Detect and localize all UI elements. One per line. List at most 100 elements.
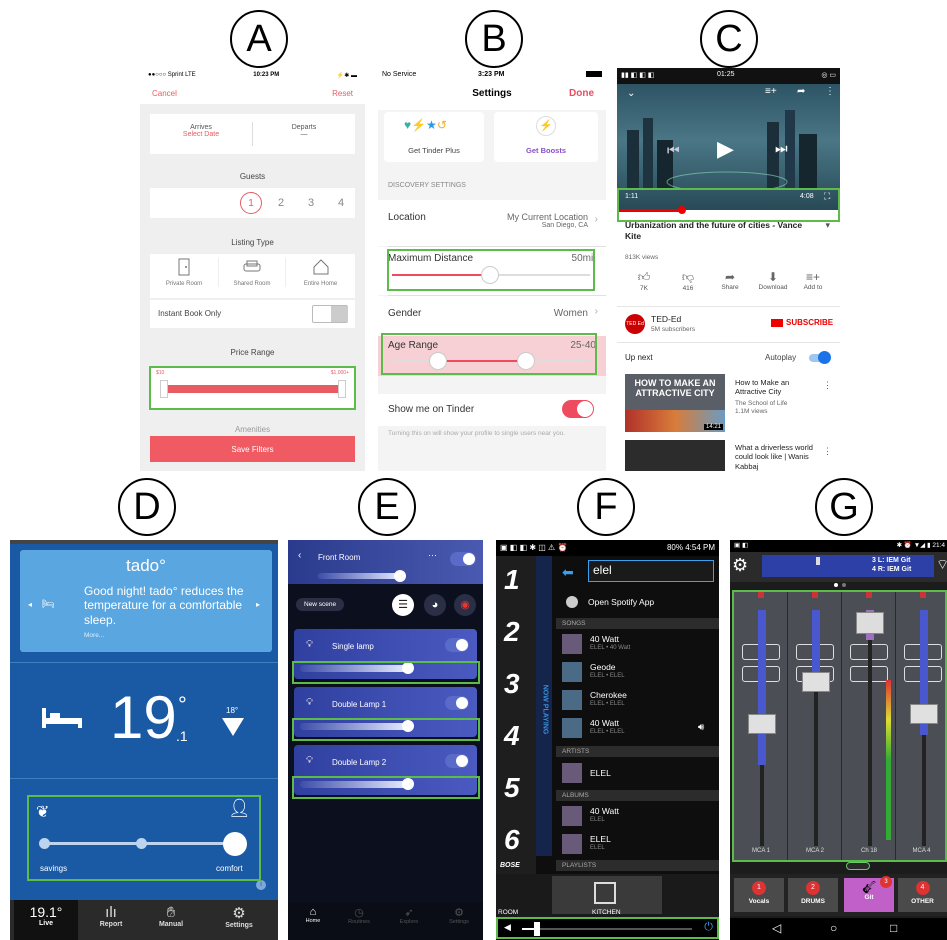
bottom-tab-bar: 19.1° Live ılı Report ✋︎ Manual ⚙ Settin… <box>10 900 278 940</box>
add-to-queue-icon[interactable]: ≡+ <box>765 86 777 97</box>
list-icon[interactable]: ☰ <box>392 594 414 616</box>
tab-settings[interactable]: ⚙ Settings <box>208 900 270 929</box>
room-brightness-handle[interactable] <box>394 570 406 582</box>
search-input[interactable]: elel <box>588 560 714 582</box>
share-button[interactable]: ➦ Share <box>713 270 747 291</box>
info-icon[interactable]: i <box>256 880 266 890</box>
status-bar: ▣ ◧ ◧ ✱ ◫ ⚠ ⏰ 80% 4:54 PM <box>496 540 719 556</box>
reset-button[interactable]: Reset <box>332 89 353 98</box>
highlight-comfort-slider <box>27 795 261 881</box>
gender-row[interactable]: Gender Women › <box>378 296 606 336</box>
more-icon[interactable]: ⋮ <box>825 86 835 97</box>
previous-icon[interactable]: ⏮ <box>667 142 680 159</box>
lamp-3-toggle[interactable] <box>445 754 469 768</box>
down-arrow-icon[interactable] <box>222 718 244 736</box>
home-icon[interactable]: ○ <box>830 921 837 935</box>
back-icon[interactable]: ◁ <box>772 921 781 935</box>
mix-button-drums[interactable]: 2 DRUMS <box>788 878 838 912</box>
channel-avatar[interactable]: TED Ed <box>625 314 645 334</box>
back-icon[interactable]: ‹ <box>298 550 301 561</box>
save-filters-button[interactable]: Save Filters <box>150 436 355 462</box>
discovery-heading: DISCOVERY SETTINGS <box>388 182 466 189</box>
palette-icon[interactable]: ◕ <box>424 594 446 616</box>
lamp-2-toggle[interactable] <box>445 696 469 710</box>
video2-thumbnail[interactable] <box>625 440 725 471</box>
youtube-play-icon <box>771 319 783 327</box>
download-button[interactable]: ⬇ Download <box>753 270 793 291</box>
back-arrow-icon[interactable]: ⬅ <box>562 564 574 581</box>
guest-option-3[interactable]: 3 <box>308 197 314 209</box>
arrives-field[interactable]: Arrives Select Date <box>150 124 252 138</box>
tab-home[interactable]: ⌂ Home <box>296 906 330 924</box>
subscribe-button[interactable]: SUBSCRIBE <box>786 318 833 327</box>
gear-icon[interactable]: ⚙ <box>732 555 748 576</box>
spotify-icon <box>566 596 578 608</box>
tab-explore[interactable]: ➶ Explore <box>392 906 426 925</box>
song-row-3[interactable]: Cherokee ELEL • ELEL <box>562 688 712 714</box>
preset-2[interactable]: 2 <box>504 616 520 648</box>
target-temperature: 18° <box>226 706 239 715</box>
instant-book-toggle[interactable] <box>312 305 348 323</box>
get-boosts-card[interactable]: ⚡ Get Boosts <box>494 112 598 162</box>
more-icon[interactable]: ⋮ <box>823 380 832 391</box>
house-icon <box>313 259 328 275</box>
highlight-age-range <box>381 333 597 375</box>
download-icon: ⬇ <box>767 270 779 284</box>
bolt-icon: ⚡ <box>411 118 427 132</box>
guest-option-2[interactable]: 2 <box>278 197 284 209</box>
preset-1[interactable]: 1 <box>504 564 520 596</box>
get-tinder-plus-card[interactable]: ♥⚡★↺ Get Tinder Plus <box>384 112 484 162</box>
dislike-button[interactable]: 👎︎ 416 <box>671 270 705 292</box>
song-row-2[interactable]: Geode ELEL • ELEL <box>562 660 712 686</box>
arrow-left-icon[interactable]: ◂ <box>28 600 32 609</box>
tab-routines[interactable]: ◷ Routines <box>342 906 376 925</box>
tab-live[interactable]: 19.1° Live <box>14 900 78 940</box>
filter-icon[interactable]: ⌔ <box>936 556 947 574</box>
location-row[interactable]: Location My Current Location San Diego, … <box>378 200 606 246</box>
mute-indicator[interactable] <box>846 862 870 870</box>
tab-report[interactable]: ılı Report <box>82 900 140 928</box>
arrow-right-icon[interactable]: ▸ <box>256 600 260 609</box>
cancel-button[interactable]: Cancel <box>152 89 177 98</box>
listing-entire-home[interactable]: Entire Home <box>286 258 355 287</box>
tab-settings[interactable]: ⚙ Settings <box>442 906 476 925</box>
preset-3[interactable]: 3 <box>504 668 520 700</box>
play-icon[interactable]: ▶ <box>717 136 734 162</box>
preset-4[interactable]: 4 <box>504 720 520 752</box>
new-scene-button[interactable]: New scene <box>296 598 345 611</box>
color-wheel-icon[interactable]: ◉ <box>454 594 476 616</box>
share-icon[interactable]: ➦ <box>797 86 805 97</box>
show-me-toggle[interactable] <box>562 400 594 418</box>
lamp-1-toggle[interactable] <box>445 638 469 652</box>
done-button[interactable]: Done <box>569 88 594 99</box>
guest-option-1[interactable]: 1 <box>240 192 262 214</box>
album-row-1[interactable]: 40 Watt ELEL <box>562 804 712 830</box>
more-link[interactable]: More... <box>84 632 104 639</box>
mix-button-vocals[interactable]: 1 Vocals <box>734 878 784 912</box>
song-row-1[interactable]: 40 Watt ELEL • 40 Watt <box>562 632 712 658</box>
like-button[interactable]: 👍︎ 7K <box>627 270 661 292</box>
more-icon[interactable]: ⋮ <box>823 446 832 457</box>
tab-manual[interactable]: ✋︎ Manual <box>142 900 200 928</box>
song-row-4[interactable]: 40 Watt ELEL • ELEL 🔊︎ <box>562 716 712 742</box>
mix-button-other[interactable]: 4 OTHER <box>898 878 947 912</box>
video1-thumbnail[interactable]: HOW TO MAKE AN ATTRACTIVE CITY 14:21 <box>625 374 725 432</box>
listing-private-room[interactable]: Private Room <box>150 258 218 287</box>
more-icon[interactable]: ··· <box>428 550 437 560</box>
chevron-down-icon[interactable]: ⌄ <box>627 88 635 99</box>
recents-icon[interactable]: □ <box>890 921 897 935</box>
add-to-button[interactable]: ≡+ Add to <box>795 270 831 291</box>
album-row-2[interactable]: ELEL ELEL <box>562 832 712 858</box>
autoplay-toggle[interactable] <box>809 351 831 364</box>
artist-row[interactable]: ELEL <box>562 760 712 786</box>
next-icon[interactable]: ⏭ <box>775 140 788 157</box>
guest-option-4[interactable]: 4 <box>338 197 344 209</box>
bed-icon <box>40 706 84 730</box>
listing-shared-room[interactable]: Shared Room <box>218 258 286 287</box>
open-spotify-link[interactable]: Open Spotify App <box>588 597 654 607</box>
preset-6[interactable]: 6 <box>504 824 520 856</box>
mix-button-git[interactable]: 3 🎸︎ Git <box>844 876 894 912</box>
departs-field[interactable]: Departs — <box>253 124 355 138</box>
preset-5[interactable]: 5 <box>504 772 520 804</box>
room-toggle[interactable] <box>450 552 476 566</box>
